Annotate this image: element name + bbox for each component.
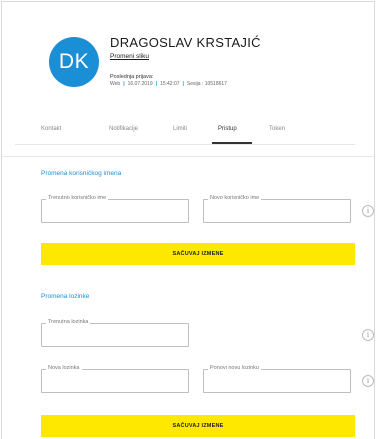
current-password-label: Trenutna lozinka [46, 319, 91, 325]
tab-limiti[interactable]: Limiti [173, 126, 187, 132]
repeat-password-label: Ponovi novu lozinku [208, 365, 261, 371]
last-login-time: 15:42:07 [160, 81, 180, 87]
current-password-field[interactable]: Trenutna lozinka [41, 319, 189, 347]
new-username-input[interactable] [209, 205, 345, 217]
last-login-channel: Web [110, 81, 121, 87]
last-login-date: 16.07.2019 [127, 81, 153, 87]
tab-bar: Kontakt Notifikacije Limiti Pristup Toke… [15, 120, 355, 145]
tab-notifikacije[interactable]: Notifikacije [109, 126, 138, 132]
new-username-label: Novo korisničko ime [208, 195, 262, 201]
current-password-input[interactable] [47, 329, 183, 341]
info-icon[interactable]: i [362, 375, 374, 387]
new-username-field[interactable]: Novo korisničko ime [203, 195, 351, 223]
save-username-button[interactable]: SAČUVAJ IZMENE [41, 243, 355, 265]
divider [2, 156, 374, 157]
save-password-button[interactable]: SAČUVAJ IZMENE [41, 415, 355, 437]
separator: | [123, 81, 125, 87]
repeat-password-field[interactable]: Ponovi novu lozinku [203, 365, 351, 393]
info-icon[interactable]: i [362, 329, 374, 341]
password-section-title: Promena lozinke [41, 293, 90, 300]
last-login-info: Web | 16.07.2019 | 15:42:07 | Sesija : 1051861… [110, 81, 227, 87]
username-section-title: Promena korisničkog imena [41, 170, 122, 177]
active-tab-indicator [212, 142, 252, 144]
current-username-field[interactable]: Trenutno korisničko ime [41, 195, 189, 223]
new-password-field[interactable]: Nova lozinka [41, 365, 189, 393]
avatar: DK [49, 37, 99, 87]
current-username-label: Trenutno korisničko ime [46, 195, 109, 201]
last-login-label: Poslednja prijava: [110, 74, 154, 80]
new-password-label: Nova lozinka [46, 365, 82, 371]
change-photo-link[interactable]: Promeni sliku [110, 53, 149, 60]
separator: | [155, 81, 158, 87]
separator: | [182, 81, 184, 87]
tab-pristup[interactable]: Pristup [218, 126, 237, 132]
repeat-password-input[interactable] [209, 375, 345, 387]
page-frame: DK DRAGOSLAV KRSTAJIĆ Promeni sliku Posl… [1, 1, 375, 439]
new-password-input[interactable] [47, 375, 183, 387]
current-username-input[interactable] [47, 205, 183, 217]
tab-kontakt[interactable]: Kontakt [41, 126, 61, 132]
tab-token[interactable]: Token [269, 126, 285, 132]
user-name: DRAGOSLAV KRSTAJIĆ [110, 35, 261, 50]
last-login-session: Sesija : 10518617 [186, 81, 227, 87]
info-icon[interactable]: i [362, 205, 374, 217]
